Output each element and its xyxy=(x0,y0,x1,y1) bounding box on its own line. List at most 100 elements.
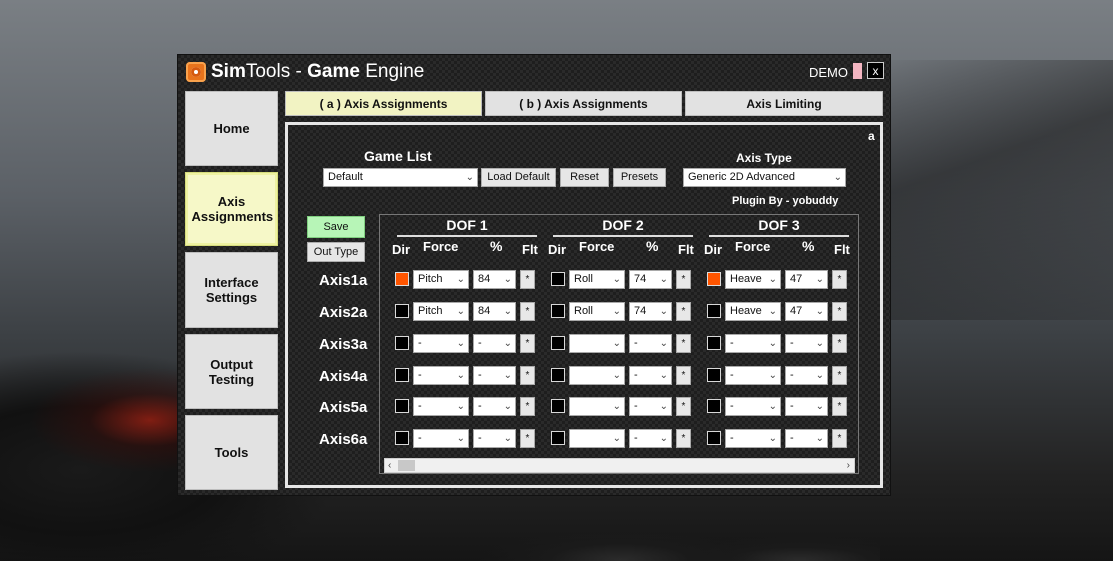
percent-dropdown[interactable]: - ⌄ xyxy=(473,397,516,416)
force-dropdown[interactable]: Pitch ⌄ xyxy=(413,270,469,289)
axis-label: Axis6a xyxy=(319,431,368,448)
percent-dropdown[interactable]: 47 ⌄ xyxy=(785,270,828,289)
tab-b-axis-assignments[interactable]: ( b ) Axis Assignments xyxy=(485,91,682,116)
flt-button[interactable]: * xyxy=(832,270,847,289)
force-value: Heave xyxy=(730,305,762,317)
nav-interface-settings[interactable]: Interface Settings xyxy=(185,252,278,328)
nav-output-testing[interactable]: Output Testing xyxy=(185,334,278,409)
percent-dropdown[interactable]: 84 ⌄ xyxy=(473,302,516,321)
dir-checkbox[interactable] xyxy=(707,272,721,286)
chevron-down-icon: ⌄ xyxy=(503,370,512,381)
chevron-right-icon[interactable]: › xyxy=(847,459,850,472)
game-list-dropdown[interactable]: Default ⌄ xyxy=(323,168,478,187)
force-dropdown[interactable]: - ⌄ xyxy=(413,429,469,448)
save-button[interactable]: Save xyxy=(307,216,365,238)
percent-dropdown[interactable]: - ⌄ xyxy=(629,334,672,353)
flt-button[interactable]: * xyxy=(676,366,691,385)
presets-button[interactable]: Presets xyxy=(613,168,666,187)
out-type-button[interactable]: Out Type xyxy=(307,242,365,262)
flt-button[interactable]: * xyxy=(832,366,847,385)
chevron-left-icon[interactable]: ‹ xyxy=(388,459,391,472)
dir-checkbox[interactable] xyxy=(395,399,409,413)
flt-button[interactable]: * xyxy=(520,270,535,289)
chevron-down-icon: ⌄ xyxy=(612,433,621,444)
dir-checkbox[interactable] xyxy=(395,272,409,286)
force-dropdown[interactable]: - ⌄ xyxy=(413,334,469,353)
percent-dropdown[interactable]: - ⌄ xyxy=(473,366,516,385)
force-dropdown[interactable]: Heave ⌄ xyxy=(725,302,781,321)
tab-axis-limiting[interactable]: Axis Limiting xyxy=(685,91,883,116)
force-dropdown[interactable]: Roll ⌄ xyxy=(569,302,625,321)
percent-dropdown[interactable]: - ⌄ xyxy=(629,366,672,385)
minimize-button[interactable] xyxy=(853,63,862,79)
load-default-button[interactable]: Load Default xyxy=(481,168,556,187)
flt-button[interactable]: * xyxy=(676,302,691,321)
axis-type-dropdown[interactable]: Generic 2D Advanced ⌄ xyxy=(683,168,846,187)
close-button[interactable]: x xyxy=(867,62,884,79)
flt-button[interactable]: * xyxy=(832,429,847,448)
dir-checkbox[interactable] xyxy=(707,399,721,413)
flt-button[interactable]: * xyxy=(676,334,691,353)
percent-dropdown[interactable]: - ⌄ xyxy=(473,334,516,353)
dir-checkbox[interactable] xyxy=(707,336,721,350)
percent-dropdown[interactable]: - ⌄ xyxy=(785,366,828,385)
force-dropdown[interactable]: - ⌄ xyxy=(413,366,469,385)
percent-dropdown[interactable]: - ⌄ xyxy=(473,429,516,448)
flt-button[interactable]: * xyxy=(832,397,847,416)
force-dropdown[interactable]: ⌄ xyxy=(569,366,625,385)
dir-checkbox[interactable] xyxy=(551,399,565,413)
dir-checkbox[interactable] xyxy=(395,368,409,382)
nav-axis-assignments[interactable]: Axis Assignments xyxy=(185,172,278,246)
force-dropdown[interactable]: ⌄ xyxy=(569,334,625,353)
axis-assignment-panel: a Game List Default ⌄ Load Default Reset … xyxy=(285,122,883,488)
tab-a-axis-assignments[interactable]: ( a ) Axis Assignments xyxy=(285,91,482,116)
flt-button[interactable]: * xyxy=(520,334,535,353)
dir-checkbox[interactable] xyxy=(551,272,565,286)
percent-dropdown[interactable]: - ⌄ xyxy=(629,429,672,448)
flt-button[interactable]: * xyxy=(832,334,847,353)
reset-button[interactable]: Reset xyxy=(560,168,609,187)
flt-button[interactable]: * xyxy=(832,302,847,321)
percent-dropdown[interactable]: 47 ⌄ xyxy=(785,302,828,321)
force-dropdown[interactable]: ⌄ xyxy=(569,429,625,448)
dir-checkbox[interactable] xyxy=(551,368,565,382)
percent-dropdown[interactable]: 74 ⌄ xyxy=(629,270,672,289)
flt-button[interactable]: * xyxy=(520,429,535,448)
force-dropdown[interactable]: - ⌄ xyxy=(413,397,469,416)
dir-checkbox[interactable] xyxy=(707,368,721,382)
dir-checkbox[interactable] xyxy=(551,431,565,445)
title-bar[interactable]: SimTools - Game Engine DEMO x xyxy=(178,55,890,89)
force-dropdown[interactable]: Roll ⌄ xyxy=(569,270,625,289)
flt-button[interactable]: * xyxy=(676,397,691,416)
nav-tools[interactable]: Tools xyxy=(185,415,278,490)
scroll-thumb[interactable] xyxy=(398,460,415,471)
dir-checkbox[interactable] xyxy=(395,336,409,350)
force-dropdown[interactable]: - ⌄ xyxy=(725,334,781,353)
dir-checkbox[interactable] xyxy=(395,431,409,445)
flt-button[interactable]: * xyxy=(676,429,691,448)
percent-dropdown[interactable]: 84 ⌄ xyxy=(473,270,516,289)
dir-checkbox[interactable] xyxy=(707,431,721,445)
percent-dropdown[interactable]: - ⌄ xyxy=(629,397,672,416)
flt-button[interactable]: * xyxy=(676,270,691,289)
flt-button[interactable]: * xyxy=(520,366,535,385)
percent-dropdown[interactable]: 74 ⌄ xyxy=(629,302,672,321)
dir-checkbox[interactable] xyxy=(707,304,721,318)
force-dropdown[interactable]: ⌄ xyxy=(569,397,625,416)
force-dropdown[interactable]: Heave ⌄ xyxy=(725,270,781,289)
percent-dropdown[interactable]: - ⌄ xyxy=(785,334,828,353)
dir-checkbox[interactable] xyxy=(551,304,565,318)
dir-checkbox[interactable] xyxy=(551,336,565,350)
force-dropdown[interactable]: - ⌄ xyxy=(725,429,781,448)
force-dropdown[interactable]: - ⌄ xyxy=(725,397,781,416)
percent-dropdown[interactable]: - ⌄ xyxy=(785,429,828,448)
percent-dropdown[interactable]: - ⌄ xyxy=(785,397,828,416)
chevron-down-icon: ⌄ xyxy=(815,433,824,444)
horizontal-scrollbar[interactable]: ‹ › xyxy=(384,458,855,473)
force-dropdown[interactable]: - ⌄ xyxy=(725,366,781,385)
flt-button[interactable]: * xyxy=(520,397,535,416)
dir-checkbox[interactable] xyxy=(395,304,409,318)
nav-home[interactable]: Home xyxy=(185,91,278,166)
force-dropdown[interactable]: Pitch ⌄ xyxy=(413,302,469,321)
flt-button[interactable]: * xyxy=(520,302,535,321)
